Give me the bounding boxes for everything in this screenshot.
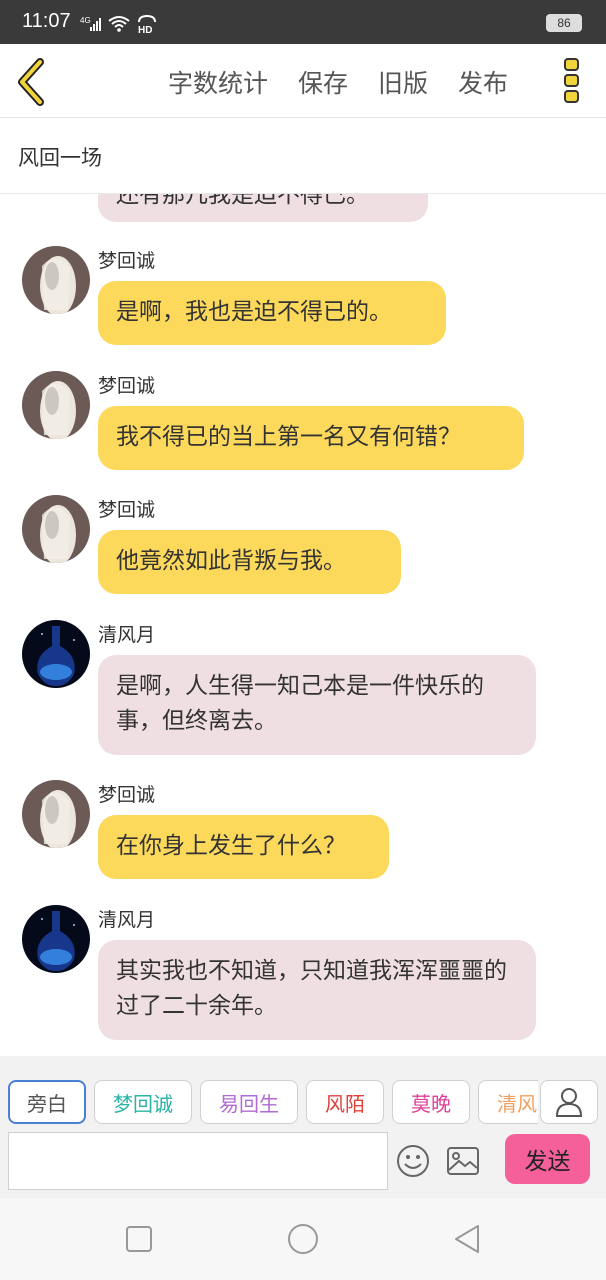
character-chip[interactable]: 易回生 [200,1080,298,1124]
status-time: 11:07 [22,10,71,32]
message-text: 是啊，我也是迫不得已的。 [116,299,392,325]
sender-name: 梦回诚 [98,375,156,397]
white-haired-figure-avatar[interactable] [22,780,90,848]
message-text: 其实我也不知道，只知道我浑浑噩噩的过了二十余年。 [116,958,507,1019]
toolbar-actions: 字数统计 保存 旧版 发布 [168,64,508,100]
message-bubble[interactable]: 其实我也不知道，只知道我浑浑噩噩的过了二十余年。 [98,940,536,1040]
sender-name: 清风月 [98,624,156,646]
message-bubble-partial: 还有那几我是迫不得已。 [98,194,428,222]
publish-button[interactable]: 发布 [458,64,508,100]
battery-level: 86 [557,16,571,30]
character-chip[interactable]: 梦回诚 [94,1080,192,1124]
white-haired-figure-avatar[interactable] [22,246,90,314]
chevron-left-icon [18,58,44,106]
chip-label: 旁白 [27,1091,67,1116]
person-icon [555,1088,583,1117]
more-vertical-icon [564,58,579,103]
sender-name: 梦回诚 [98,499,156,521]
message-bubble[interactable]: 他竟然如此背叛与我。 [98,530,401,594]
composer-area: 旁白 梦回诚 易回生 风陌 莫晚 清风 发送 [0,1056,606,1198]
send-label: 发送 [524,1149,571,1175]
blue-flask-avatar[interactable] [22,620,90,688]
square-icon [126,1226,152,1252]
image-button[interactable] [446,1146,480,1176]
word-count-button[interactable]: 字数统计 [168,64,268,100]
chat-list[interactable]: 还有那几我是迫不得已。 梦回诚 是啊，我也是迫不得已的。 梦回诚 我不得已的当上… [0,194,606,1056]
story-title-bar[interactable]: 风回一场 [0,118,606,194]
triangle-back-icon [455,1225,479,1253]
wifi-icon [108,16,130,32]
character-manager-button[interactable] [540,1080,598,1124]
chip-label: 梦回诚 [113,1091,173,1116]
message-text: 我不得已的当上第一名又有何错？ [116,424,461,450]
sender-name: 梦回诚 [98,250,156,272]
character-chip[interactable]: 风陌 [306,1080,384,1124]
character-chip[interactable]: 莫晚 [392,1080,470,1124]
editor-toolbar: 字数统计 保存 旧版 发布 [0,44,606,118]
circle-icon [288,1224,318,1254]
chip-label: 易回生 [219,1091,279,1116]
more-button[interactable] [562,56,582,106]
back-button[interactable] [14,58,54,106]
white-haired-figure-avatar[interactable] [22,495,90,563]
message-bubble[interactable]: 我不得已的当上第一名又有何错？ [98,406,524,470]
message-bubble[interactable]: 是啊，人生得一知己本是一件快乐的事，但终离去。 [98,655,536,755]
system-nav-bar [0,1198,606,1280]
sender-name: 清风月 [98,909,156,931]
hd-label: HD [138,25,152,34]
recents-button[interactable] [122,1222,156,1256]
svg-text:4G: 4G [80,16,91,25]
signal-icon: 4G [80,16,101,31]
message-bubble[interactable]: 在你身上发生了什么？ [98,815,389,879]
hd-call-icon: HD [138,14,156,34]
back-nav-button[interactable] [450,1222,484,1256]
chip-label: 清风 [497,1091,537,1116]
status-icons: 4G HD [80,14,158,34]
character-chip-row[interactable]: 旁白 梦回诚 易回生 风陌 莫晚 清风 [8,1080,538,1126]
character-chip-narrator[interactable]: 旁白 [8,1080,86,1124]
white-haired-figure-avatar[interactable] [22,371,90,439]
sender-name: 梦回诚 [98,784,156,806]
message-text: 在你身上发生了什么？ [116,833,346,859]
message-bubble[interactable]: 是啊，我也是迫不得已的。 [98,281,446,345]
chip-label: 莫晚 [411,1091,451,1116]
home-button[interactable] [286,1222,320,1256]
send-button[interactable]: 发送 [505,1134,590,1184]
image-icon [447,1147,479,1175]
smiley-icon [397,1145,429,1177]
story-title: 风回一场 [18,146,102,170]
battery-icon: 86 [546,14,582,32]
message-text: 是啊，人生得一知己本是一件快乐的事，但终离去。 [116,673,484,734]
old-version-button[interactable]: 旧版 [378,64,428,100]
status-bar: 11:07 4G HD 86 [0,0,606,44]
partial-message-text: 还有那几我是迫不得已。 [116,194,369,208]
message-text: 他竟然如此背叛与我。 [116,548,346,574]
save-button[interactable]: 保存 [298,64,348,100]
emoji-button[interactable] [396,1144,430,1178]
blue-flask-avatar[interactable] [22,905,90,973]
character-chip[interactable]: 清风 [478,1080,538,1124]
chip-label: 风陌 [325,1091,365,1116]
message-input[interactable] [8,1132,388,1190]
